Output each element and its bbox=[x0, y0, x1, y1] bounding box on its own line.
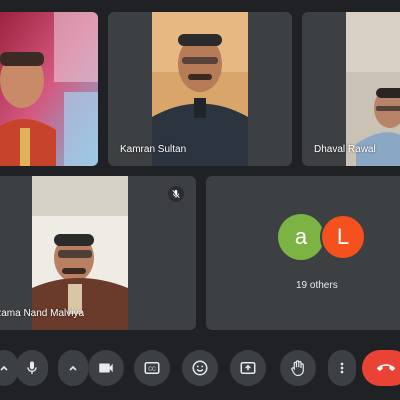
more-options-button[interactable] bbox=[328, 350, 356, 386]
chevron-up-icon bbox=[0, 365, 8, 371]
participant-tile-1[interactable] bbox=[0, 12, 98, 166]
raise-hand-button[interactable] bbox=[280, 350, 316, 386]
emoji-icon bbox=[192, 360, 208, 376]
others-avatar-a: a bbox=[278, 214, 324, 260]
avatar-letter: a bbox=[294, 224, 308, 249]
participant-video bbox=[346, 12, 400, 166]
camera-options-button[interactable] bbox=[58, 350, 88, 386]
participant-tile-rama-nand-malviya[interactable]: Rama Nand Malviya bbox=[0, 176, 196, 330]
svg-text:CC: CC bbox=[148, 366, 156, 372]
mic-off-icon bbox=[168, 186, 184, 202]
videocam-icon bbox=[99, 363, 113, 373]
end-call-button[interactable] bbox=[362, 350, 400, 386]
present-button[interactable] bbox=[230, 350, 266, 386]
participant-video bbox=[152, 12, 248, 166]
participant-video bbox=[32, 176, 128, 330]
others-avatar-l: L bbox=[320, 214, 366, 260]
camera-button[interactable] bbox=[88, 350, 124, 386]
mic-icon bbox=[27, 361, 37, 374]
present-screen-icon bbox=[240, 362, 256, 374]
participant-tile-kamran-sultan[interactable]: Kamran Sultan bbox=[108, 12, 292, 166]
call-end-icon bbox=[377, 364, 395, 371]
raise-hand-icon bbox=[291, 360, 304, 377]
mic-button[interactable] bbox=[16, 350, 48, 386]
captions-button[interactable]: CC bbox=[134, 350, 170, 386]
participant-video bbox=[0, 12, 98, 166]
avatar-letter: L bbox=[336, 224, 350, 249]
others-count-label: 19 others bbox=[296, 280, 338, 291]
reactions-button[interactable] bbox=[182, 350, 218, 386]
participant-name: Dhaval Rawal bbox=[314, 144, 376, 155]
closed-captions-icon: CC bbox=[144, 362, 160, 374]
chevron-up-icon bbox=[69, 365, 77, 371]
others-tile[interactable]: a L 19 others bbox=[206, 176, 400, 330]
participant-tile-dhaval-rawal[interactable]: Dhaval Rawal bbox=[302, 12, 400, 166]
more-vert-icon bbox=[340, 362, 344, 374]
participant-name: Kamran Sultan bbox=[120, 144, 187, 155]
participant-name: Rama Nand Malviya bbox=[0, 308, 85, 319]
